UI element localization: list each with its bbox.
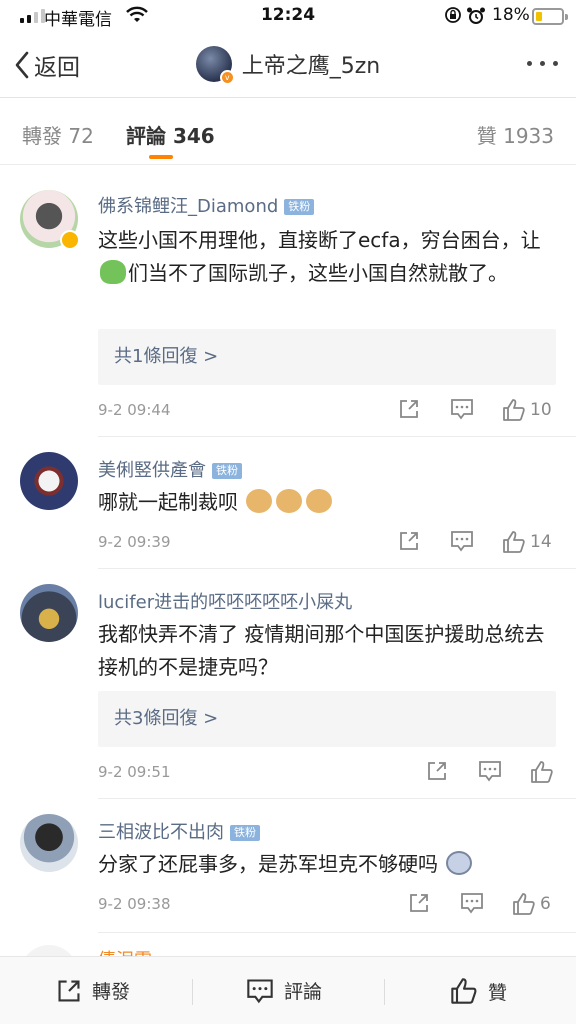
tab-bar: 轉發 72 評論 346 贊 1933 bbox=[0, 99, 576, 165]
like-button[interactable]: 6 bbox=[512, 892, 551, 916]
commenter-name[interactable]: 佛系锦鲤汪_Diamond 铁粉 bbox=[98, 192, 315, 218]
comment-time: 9-2 09:38 bbox=[98, 895, 171, 913]
like-button[interactable]: 10 bbox=[502, 398, 552, 422]
comment-text: 我都快弄不清了 疫情期间那个中国医护援助总统去接机的不是捷克吗？ bbox=[98, 622, 545, 679]
alarm-icon bbox=[466, 6, 486, 31]
fan-badge: 铁粉 bbox=[212, 463, 242, 479]
comment-text: 哪就一起制裁呗 bbox=[98, 486, 560, 519]
commenter-name[interactable]: 美俐竪供產會 铁粉 bbox=[98, 456, 242, 482]
like-label: 贊 bbox=[488, 981, 508, 1004]
like-icon bbox=[513, 893, 535, 915]
battery-icon bbox=[532, 8, 568, 25]
more-icon[interactable] bbox=[527, 61, 558, 66]
fan-badge: 铁粉 bbox=[284, 199, 315, 215]
divider bbox=[98, 932, 576, 933]
doge-emoji-icon bbox=[276, 489, 302, 513]
avatar[interactable] bbox=[20, 190, 80, 250]
comment-icon bbox=[247, 978, 273, 1003]
avatar[interactable] bbox=[20, 814, 78, 872]
divider bbox=[384, 979, 385, 1005]
comment-meta: 9-2 09:51 bbox=[98, 760, 556, 784]
reply-button[interactable] bbox=[450, 398, 474, 420]
avatar[interactable] bbox=[20, 584, 78, 642]
comment-button[interactable]: 評論 bbox=[246, 977, 322, 1004]
comment-time: 9-2 09:39 bbox=[98, 533, 171, 551]
comment-text: 分家了还屁事多，是苏军坦克不够硬吗 bbox=[98, 848, 560, 881]
comment-time: 9-2 09:44 bbox=[98, 401, 171, 419]
divider bbox=[98, 798, 576, 799]
share-button[interactable] bbox=[398, 530, 420, 552]
doge-emoji-icon bbox=[306, 489, 332, 513]
comment-text: 这些小国不用理他，直接断了ecfa，穷台困台，让们当不了国际凯子，这些小国自然就… bbox=[98, 228, 541, 285]
repost-button[interactable]: 轉發 bbox=[56, 977, 130, 1004]
active-tab-indicator bbox=[149, 155, 173, 159]
share-icon bbox=[400, 400, 418, 418]
comment-label: 評論 bbox=[284, 981, 323, 1003]
share-button[interactable] bbox=[398, 398, 420, 420]
like-button[interactable]: 贊 bbox=[450, 977, 507, 1005]
doge-emoji-icon bbox=[246, 489, 272, 513]
nav-title-group[interactable]: v 上帝之鹰_5zn bbox=[0, 46, 576, 85]
commenter-name[interactable]: lucifer进击的呸呸呸呸呸小屎丸 bbox=[98, 588, 352, 614]
bottom-action-bar: 轉發 評論 贊 bbox=[0, 956, 576, 1024]
comment-icon bbox=[451, 399, 473, 420]
frog-emoji-icon bbox=[100, 260, 126, 284]
comment-time: 9-2 09:51 bbox=[98, 763, 171, 781]
comment-icon bbox=[479, 761, 501, 782]
comment-icon bbox=[461, 893, 483, 914]
like-icon bbox=[451, 978, 477, 1004]
share-icon bbox=[58, 979, 80, 1002]
reply-button[interactable] bbox=[450, 530, 474, 552]
author-avatar[interactable]: v bbox=[195, 46, 235, 85]
verified-badge-icon: v bbox=[219, 70, 235, 85]
repost-label: 轉發 bbox=[92, 981, 131, 1003]
like-button[interactable]: 14 bbox=[502, 530, 552, 554]
comment-meta: 9-2 09:38 6 bbox=[98, 892, 556, 916]
comment-meta: 9-2 09:39 14 bbox=[98, 530, 556, 554]
page-title: 上帝之鹰_5zn bbox=[241, 54, 381, 79]
share-icon bbox=[410, 894, 428, 912]
reply-button[interactable] bbox=[478, 760, 502, 782]
fan-badge: 铁粉 bbox=[230, 825, 260, 841]
like-button[interactable] bbox=[530, 760, 558, 784]
share-icon bbox=[400, 532, 418, 550]
tab-repost[interactable]: 轉發 72 bbox=[22, 120, 94, 149]
status-bar: 中華電信 12:24 18% bbox=[0, 0, 576, 34]
like-count: 6 bbox=[540, 894, 551, 914]
avatar[interactable] bbox=[20, 452, 78, 510]
like-icon bbox=[531, 761, 553, 783]
tab-like[interactable]: 贊 1933 bbox=[477, 120, 554, 149]
like-icon bbox=[503, 399, 525, 421]
share-icon bbox=[428, 762, 446, 780]
view-replies-link[interactable]: 共3條回復 > bbox=[98, 691, 556, 747]
commenter-name[interactable]: 三相波比不出肉 铁粉 bbox=[98, 818, 260, 844]
reply-button[interactable] bbox=[460, 892, 484, 914]
share-button[interactable] bbox=[426, 760, 448, 782]
comment-meta: 9-2 09:44 10 bbox=[98, 398, 556, 422]
like-count: 10 bbox=[530, 400, 552, 420]
comment-icon bbox=[451, 531, 473, 552]
view-replies-link[interactable]: 共1條回復 > bbox=[98, 329, 556, 385]
rotation-lock-icon bbox=[444, 6, 462, 29]
share-button[interactable] bbox=[408, 892, 430, 914]
clock: 12:24 bbox=[260, 5, 316, 25]
battery-percent: 18% bbox=[492, 5, 530, 25]
divider bbox=[192, 979, 193, 1005]
divider bbox=[98, 568, 576, 569]
nav-bar: 返回 v 上帝之鹰_5zn bbox=[0, 34, 576, 98]
ghost-emoji-icon bbox=[446, 851, 472, 875]
like-count: 14 bbox=[530, 532, 552, 552]
verified-badge-icon bbox=[60, 230, 80, 250]
like-icon bbox=[503, 531, 525, 553]
divider bbox=[98, 436, 576, 437]
